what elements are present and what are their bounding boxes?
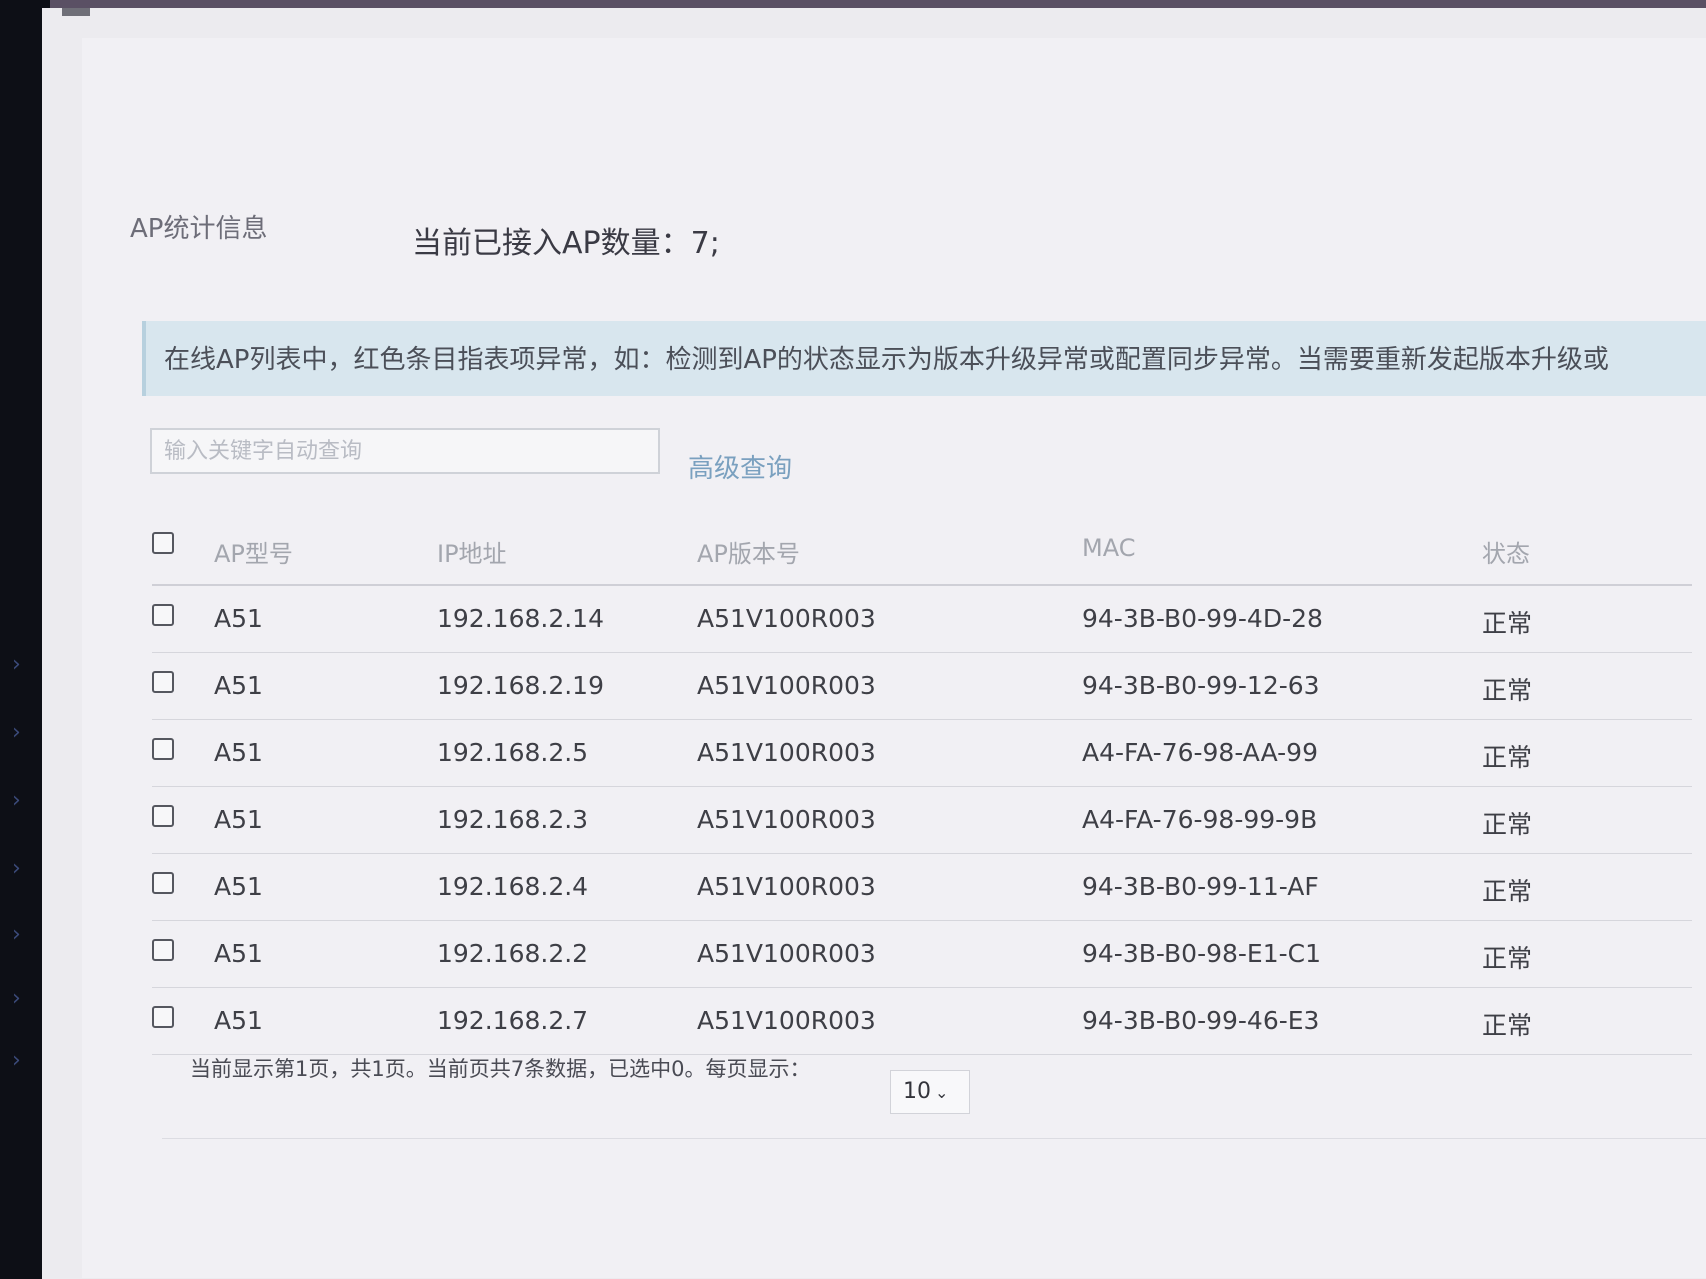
cell-ip: 192.168.2.5 — [437, 738, 589, 767]
cell-ip: 192.168.2.19 — [437, 671, 604, 700]
cell-model: A51 — [214, 604, 263, 633]
cell-status: 正常 — [1482, 1011, 1533, 1040]
cell-status: 正常 — [1482, 810, 1533, 839]
page-size-select[interactable]: 10 ⌄ — [890, 1070, 970, 1114]
advanced-query-link[interactable]: 高级查询 — [688, 448, 792, 485]
main-screen: AP统计信息 当前已接入AP数量：7; 在线AP列表中，红色条目指表项异常，如：… — [42, 8, 1706, 1279]
row-checkbox[interactable] — [152, 939, 174, 961]
connected-ap-count: 当前已接入AP数量：7; — [412, 226, 720, 261]
table-row[interactable]: A51 192.168.2.19 A51V100R003 94-3B-B0-99… — [152, 653, 1692, 720]
column-header-version[interactable]: AP版本号 — [697, 534, 800, 569]
ap-statistics-label: AP统计信息 — [130, 214, 268, 244]
row-checkbox[interactable] — [152, 872, 174, 894]
cell-version: A51V100R003 — [697, 939, 876, 968]
footer-divider — [162, 1138, 1706, 1139]
cell-status: 正常 — [1482, 944, 1533, 973]
cell-version: A51V100R003 — [697, 872, 876, 901]
table-row[interactable]: A51 192.168.2.5 A51V100R003 A4-FA-76-98-… — [152, 720, 1692, 787]
ap-table: AP型号 IP地址 AP版本号 MAC 状态 A51 192.168.2.14 … — [152, 526, 1692, 1055]
cell-version: A51V100R003 — [697, 671, 876, 700]
row-checkbox[interactable] — [152, 805, 174, 827]
ap-statistics-page: AP统计信息 当前已接入AP数量：7; 在线AP列表中，红色条目指表项异常，如：… — [82, 38, 1706, 1278]
page-size-value: 10 — [903, 1079, 931, 1104]
info-notice: 在线AP列表中，红色条目指表项异常，如：检测到AP的状态显示为版本升级异常或配置… — [142, 321, 1706, 396]
cell-model: A51 — [214, 738, 263, 767]
table-row[interactable]: A51 192.168.2.4 A51V100R003 94-3B-B0-99-… — [152, 854, 1692, 921]
cell-ip: 192.168.2.14 — [437, 604, 604, 633]
cell-version: A51V100R003 — [697, 738, 876, 767]
cell-ip: 192.168.2.2 — [437, 939, 589, 968]
cell-model: A51 — [214, 939, 263, 968]
column-header-mac[interactable]: MAC — [1082, 534, 1135, 562]
row-checkbox[interactable] — [152, 1006, 174, 1028]
select-all-checkbox[interactable] — [152, 532, 174, 554]
window-tab — [62, 8, 90, 16]
chevron-right-icon[interactable]: › — [12, 856, 21, 881]
cell-mac: A4-FA-76-98-99-9B — [1082, 805, 1318, 834]
cell-version: A51V100R003 — [697, 805, 876, 834]
column-header-model[interactable]: AP型号 — [214, 534, 293, 569]
cell-model: A51 — [214, 872, 263, 901]
chevron-right-icon[interactable]: › — [12, 986, 21, 1011]
chevron-right-icon[interactable]: › — [12, 922, 21, 947]
pagination-summary: 当前显示第1页，共1页。当前页共7条数据，已选中0。每页显示： — [190, 1057, 811, 1081]
chevron-right-icon[interactable]: › — [12, 652, 21, 677]
cell-ip: 192.168.2.7 — [437, 1006, 589, 1035]
column-header-ip[interactable]: IP地址 — [437, 534, 507, 569]
cell-ip: 192.168.2.3 — [437, 805, 589, 834]
cell-mac: 94-3B-B0-99-4D-28 — [1082, 604, 1323, 633]
table-header: AP型号 IP地址 AP版本号 MAC 状态 — [152, 526, 1692, 586]
row-checkbox[interactable] — [152, 738, 174, 760]
search-input[interactable] — [150, 428, 660, 474]
cell-mac: A4-FA-76-98-AA-99 — [1082, 738, 1318, 767]
cell-version: A51V100R003 — [697, 604, 876, 633]
cell-status: 正常 — [1482, 877, 1533, 906]
cell-model: A51 — [214, 1006, 263, 1035]
cell-model: A51 — [214, 671, 263, 700]
chevron-right-icon[interactable]: › — [12, 788, 21, 813]
table-row[interactable]: A51 192.168.2.2 A51V100R003 94-3B-B0-98-… — [152, 921, 1692, 988]
table-row[interactable]: A51 192.168.2.7 A51V100R003 94-3B-B0-99-… — [152, 988, 1692, 1055]
cell-status: 正常 — [1482, 743, 1533, 772]
table-row[interactable]: A51 192.168.2.14 A51V100R003 94-3B-B0-99… — [152, 586, 1692, 653]
cell-model: A51 — [214, 805, 263, 834]
notice-text: 在线AP列表中，红色条目指表项异常，如：检测到AP的状态显示为版本升级异常或配置… — [164, 345, 1609, 375]
row-checkbox[interactable] — [152, 604, 174, 626]
cell-ip: 192.168.2.4 — [437, 872, 589, 901]
chevron-right-icon[interactable]: › — [12, 720, 21, 745]
cell-mac: 94-3B-B0-99-11-AF — [1082, 872, 1319, 901]
table-row[interactable]: A51 192.168.2.3 A51V100R003 A4-FA-76-98-… — [152, 787, 1692, 854]
cell-mac: 94-3B-B0-99-12-63 — [1082, 671, 1320, 700]
column-header-status[interactable]: 状态 — [1482, 534, 1530, 569]
row-checkbox[interactable] — [152, 671, 174, 693]
cell-mac: 94-3B-B0-98-E1-C1 — [1082, 939, 1322, 968]
cell-status: 正常 — [1482, 676, 1533, 705]
cell-mac: 94-3B-B0-99-46-E3 — [1082, 1006, 1320, 1035]
chevron-right-icon[interactable]: › — [12, 1048, 21, 1073]
chevron-down-icon: ⌄ — [935, 1083, 949, 1102]
cell-status: 正常 — [1482, 609, 1533, 638]
cell-version: A51V100R003 — [697, 1006, 876, 1035]
